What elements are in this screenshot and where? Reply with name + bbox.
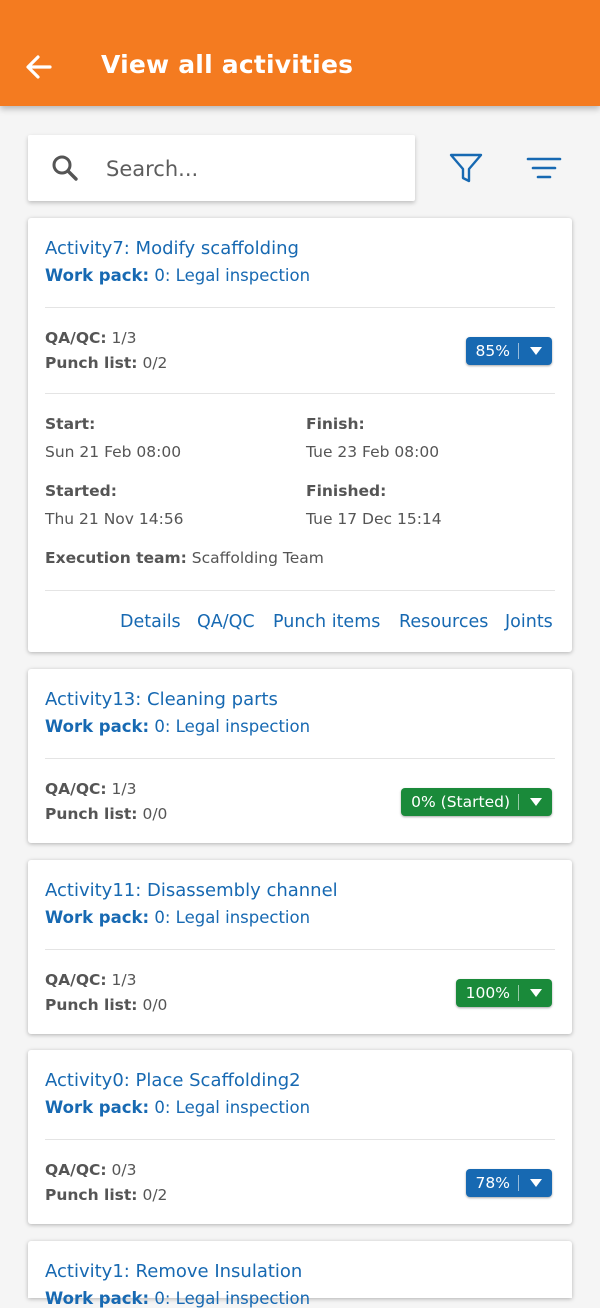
- progress-dropdown[interactable]: 78%: [465, 1169, 552, 1197]
- execution-team: Execution team: Scaffolding Team: [45, 549, 324, 567]
- qaqc-count: QA/QC: 0/3: [45, 1161, 137, 1179]
- activity-title[interactable]: Activity0: Place Scaffolding2: [45, 1070, 301, 1091]
- activity-title[interactable]: Activity11: Disassembly channel: [45, 880, 338, 901]
- qaqc-count: QA/QC: 1/3: [45, 780, 137, 798]
- punch-list-count: Punch list: 0/2: [45, 1186, 168, 1204]
- sort-lines-icon: [526, 157, 562, 179]
- punch-list-count: Punch list: 0/0: [45, 996, 168, 1014]
- resources-link[interactable]: Resources: [399, 612, 488, 632]
- divider: [45, 393, 555, 394]
- joints-link[interactable]: Joints: [505, 612, 553, 632]
- app-bar: View all activities: [0, 0, 600, 106]
- activity-card[interactable]: Activity13: Cleaning parts Work pack: 0:…: [28, 669, 572, 843]
- sort-button[interactable]: [524, 151, 564, 185]
- progress-dropdown[interactable]: 100%: [455, 979, 552, 1007]
- activity-card[interactable]: Activity11: Disassembly channel Work pac…: [28, 860, 572, 1034]
- qaqc-count: QA/QC: 1/3: [45, 329, 137, 347]
- finished-value: Tue 17 Dec 15:14: [306, 510, 442, 528]
- caret-down-icon: [519, 798, 552, 806]
- work-pack: Work pack: 0: Legal inspection: [45, 908, 311, 927]
- divider: [45, 590, 555, 591]
- progress-value: 78%: [475, 1174, 510, 1192]
- divider: [45, 949, 555, 950]
- arrow-left-icon: [26, 55, 52, 79]
- filter-funnel-icon: [449, 153, 483, 183]
- progress-value: 85%: [475, 342, 510, 360]
- punch-list-count: Punch list: 0/0: [45, 805, 168, 823]
- qaqc-count: QA/QC: 1/3: [45, 971, 137, 989]
- activity-title[interactable]: Activity13: Cleaning parts: [45, 689, 278, 710]
- start-label: Start:: [45, 415, 96, 433]
- progress-value: 0% (Started): [411, 793, 510, 811]
- started-label: Started:: [45, 482, 117, 500]
- finished-label: Finished:: [306, 482, 387, 500]
- caret-down-icon: [519, 347, 552, 355]
- finish-label: Finish:: [306, 415, 365, 433]
- started-value: Thu 21 Nov 14:56: [45, 510, 184, 528]
- page-title: View all activities: [101, 50, 354, 79]
- work-pack: Work pack: 0: Legal inspection: [45, 266, 311, 285]
- activity-card[interactable]: Activity1: Remove Insulation Work pack: …: [28, 1241, 572, 1308]
- progress-dropdown[interactable]: 0% (Started): [401, 788, 552, 816]
- activity-card[interactable]: Activity7: Modify scaffolding Work pack:…: [28, 218, 572, 652]
- activity-title[interactable]: Activity1: Remove Insulation: [45, 1261, 302, 1282]
- filter-button[interactable]: [447, 151, 485, 185]
- search-icon: [52, 155, 78, 181]
- details-link[interactable]: Details: [120, 612, 181, 632]
- progress-value: 100%: [465, 984, 510, 1002]
- search-box[interactable]: [28, 135, 415, 201]
- divider: [45, 1139, 555, 1140]
- divider: [45, 758, 555, 759]
- progress-dropdown[interactable]: 85%: [465, 337, 552, 365]
- punch-items-link[interactable]: Punch items: [273, 612, 380, 632]
- activity-card[interactable]: Activity0: Place Scaffolding2 Work pack:…: [28, 1050, 572, 1224]
- work-pack: Work pack: 0: Legal inspection: [45, 717, 311, 736]
- work-pack: Work pack: 0: Legal inspection: [45, 1098, 311, 1117]
- caret-down-icon: [519, 989, 552, 997]
- activity-title[interactable]: Activity7: Modify scaffolding: [45, 238, 299, 259]
- back-button[interactable]: [22, 50, 56, 84]
- qaqc-link[interactable]: QA/QC: [197, 612, 255, 632]
- divider: [45, 307, 555, 308]
- start-value: Sun 21 Feb 08:00: [45, 443, 182, 461]
- punch-list-count: Punch list: 0/2: [45, 354, 168, 372]
- finish-value: Tue 23 Feb 08:00: [306, 443, 440, 461]
- search-input[interactable]: [104, 149, 398, 189]
- work-pack: Work pack: 0: Legal inspection: [45, 1289, 311, 1308]
- caret-down-icon: [519, 1179, 552, 1187]
